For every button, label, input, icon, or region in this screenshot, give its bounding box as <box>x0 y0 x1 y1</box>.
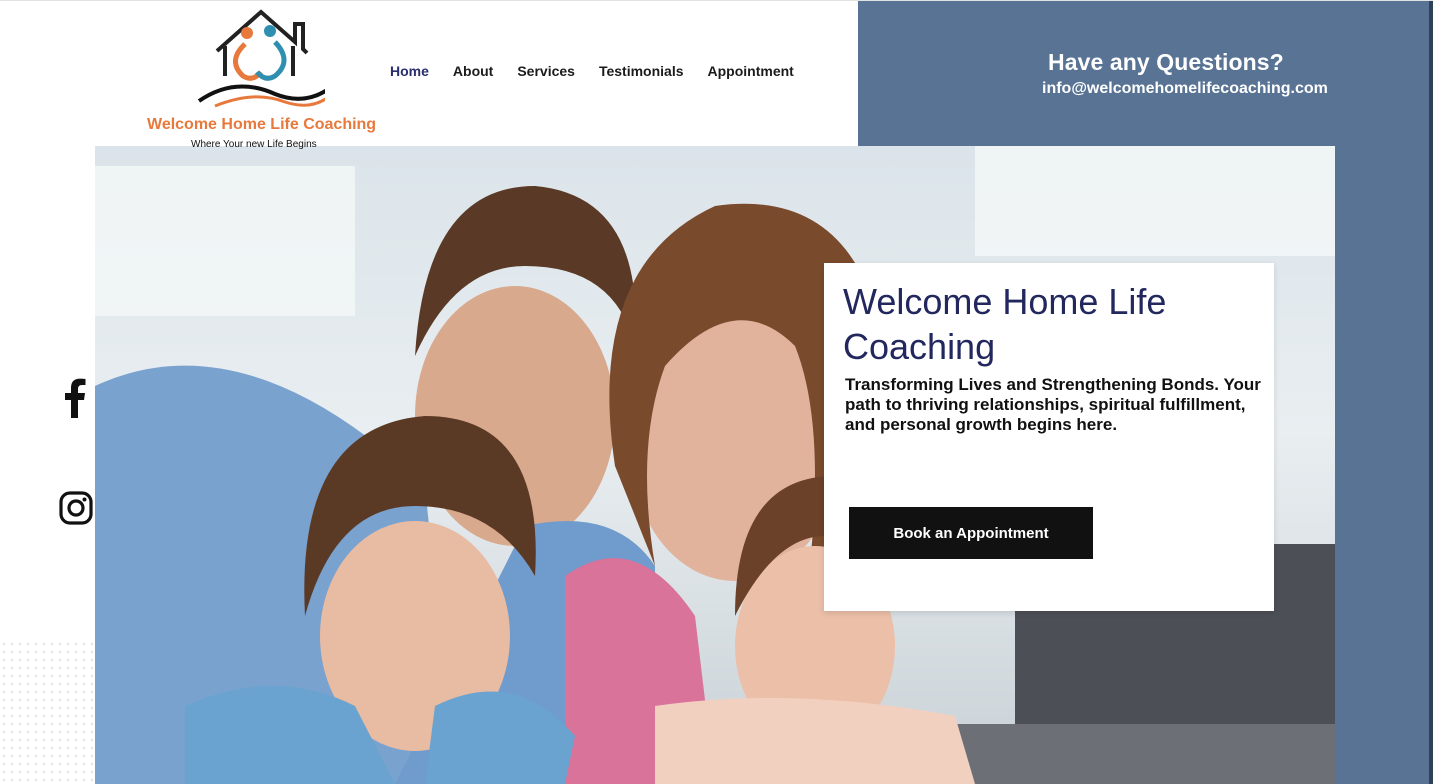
welcome-card: Welcome Home Life Coaching Transforming … <box>824 263 1274 611</box>
nav-testimonials[interactable]: Testimonials <box>599 63 684 79</box>
nav-about[interactable]: About <box>453 63 493 79</box>
contact-email-link[interactable]: info@welcomehomelifecoaching.com <box>1042 80 1328 98</box>
nav-appointment[interactable]: Appointment <box>708 63 794 79</box>
panel-edge <box>1429 1 1433 784</box>
nav-home[interactable]: Home <box>390 63 429 79</box>
hero-description: Transforming Lives and Strengthening Bon… <box>845 375 1261 434</box>
instagram-icon[interactable] <box>58 490 94 526</box>
dot-pattern <box>0 640 95 784</box>
hero-title: Welcome Home Life Coaching <box>843 281 1167 367</box>
facebook-icon[interactable] <box>58 378 92 418</box>
contact-title: Have any Questions? <box>1048 49 1284 75</box>
house-logo-icon <box>197 9 325 108</box>
brand-logo[interactable]: Welcome Home Life Coaching Where Your ne… <box>140 6 385 154</box>
brand-name: Welcome Home Life Coaching <box>147 116 377 133</box>
book-appointment-button[interactable]: Book an Appointment <box>849 507 1093 559</box>
brand-tagline: Where Your new Life Begins <box>191 139 317 150</box>
nav-services[interactable]: Services <box>517 63 575 79</box>
main-nav: Home About Services Testimonials Appoint… <box>390 63 794 79</box>
